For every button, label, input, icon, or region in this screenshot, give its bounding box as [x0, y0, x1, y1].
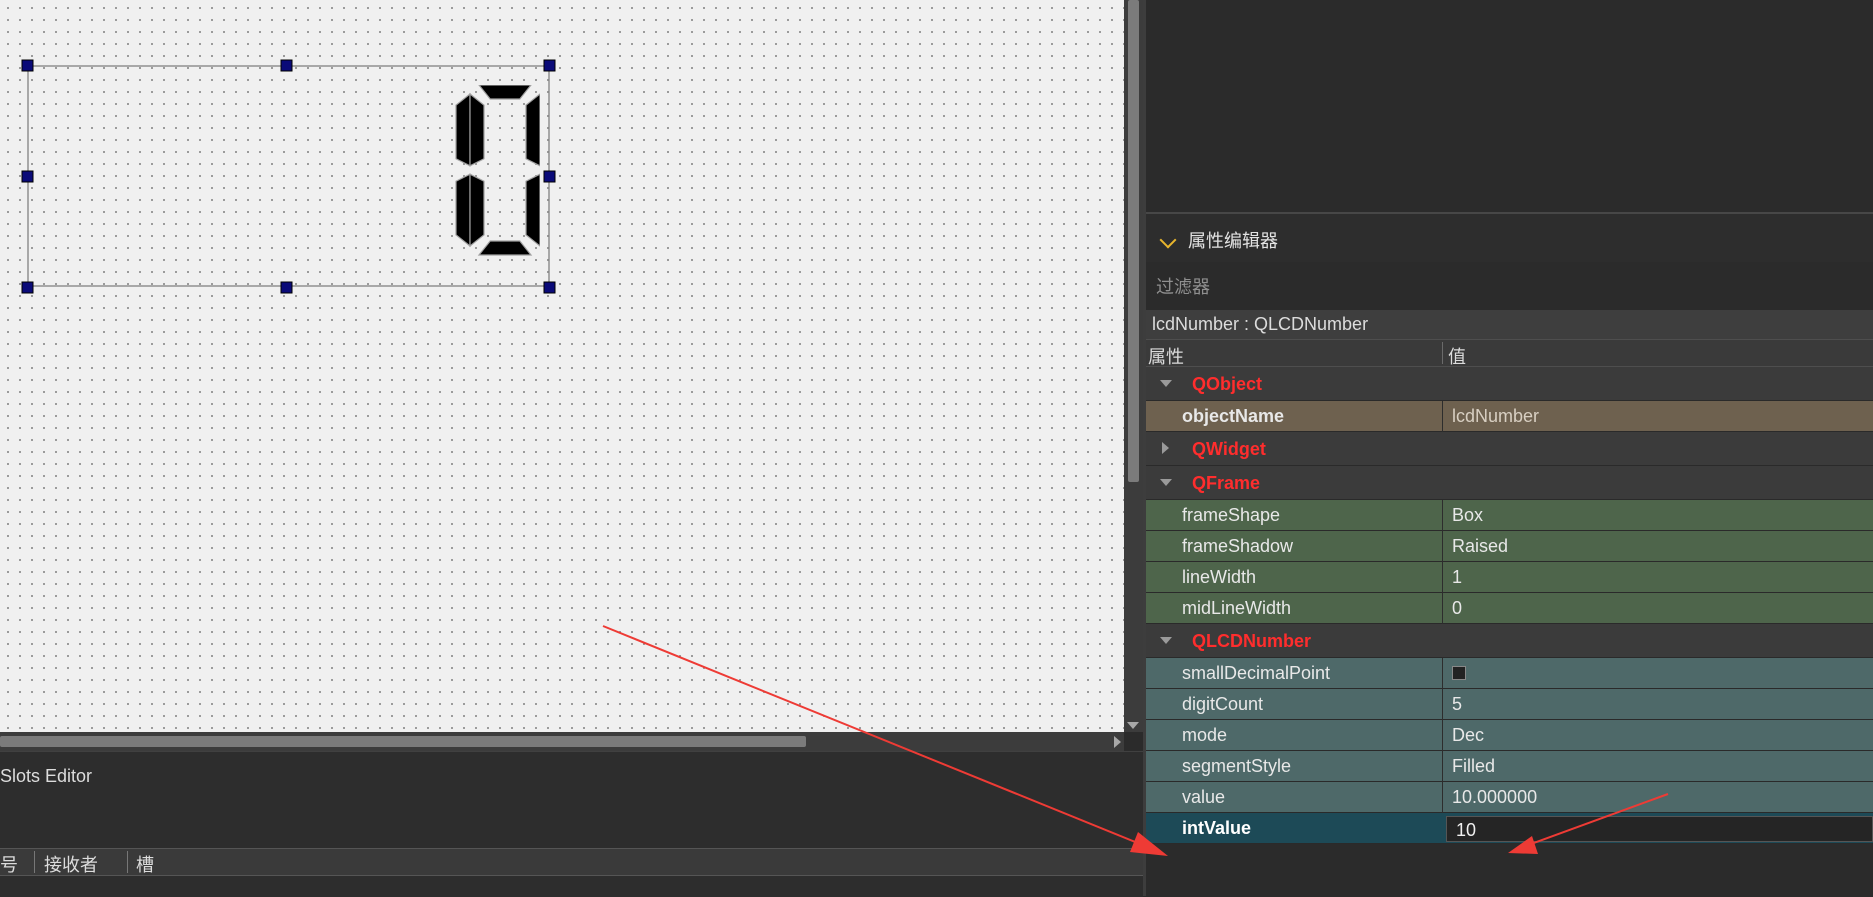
resize-handle-bottom-left[interactable]	[21, 281, 34, 294]
class-row-qlcdnumber[interactable]: QLCDNumber	[1146, 624, 1873, 658]
property-value[interactable]: Box	[1452, 505, 1483, 526]
signal-slot-editor: Slots Editor 号 接收者 槽	[0, 751, 1143, 897]
resize-handle-top-left[interactable]	[21, 59, 34, 72]
class-row-qwidget[interactable]: QWidget	[1146, 432, 1873, 466]
property-value[interactable]: Dec	[1452, 725, 1484, 746]
property-table-header: 属性 值	[1146, 339, 1873, 367]
property-row-smalldecimalpoint[interactable]: smallDecimalPoint	[1146, 658, 1873, 689]
property-table: QObject objectName lcdNumber QWidget QFr…	[1146, 367, 1873, 844]
lcd-segment	[478, 85, 532, 100]
column-slot[interactable]: 槽	[136, 851, 154, 877]
property-value[interactable]: Filled	[1452, 756, 1495, 777]
property-row-value[interactable]: value 10.000000	[1146, 782, 1873, 813]
property-row-objectname[interactable]: objectName lcdNumber	[1146, 401, 1873, 432]
property-row-frameshape[interactable]: frameShape Box	[1146, 500, 1873, 531]
column-signal[interactable]: 号	[0, 851, 18, 877]
resize-handle-bottom[interactable]	[280, 281, 293, 294]
triangle-down-icon[interactable]	[1160, 637, 1172, 644]
lcd-segment	[469, 92, 485, 167]
signal-slot-table-header: 号 接收者 槽	[0, 848, 1143, 876]
lcd-widget-selection[interactable]	[0, 0, 1124, 732]
lcd-digits: 10	[400, 85, 540, 256]
lcd-segment	[477, 240, 533, 256]
resize-handle-top[interactable]	[280, 59, 293, 72]
property-row-segmentstyle[interactable]: segmentStyle Filled	[1146, 751, 1873, 782]
chevron-down-icon[interactable]	[1159, 231, 1177, 249]
property-value[interactable]: 1	[1452, 567, 1462, 588]
canvas-horizontal-scrollbar[interactable]	[0, 732, 1124, 751]
property-editor-titlebar[interactable]: 属性编辑器	[1146, 214, 1873, 262]
property-value[interactable]: 5	[1452, 694, 1462, 715]
property-value[interactable]: lcdNumber	[1452, 406, 1539, 427]
lcd-segment	[455, 173, 471, 248]
property-row-digitcount[interactable]: digitCount 5	[1146, 689, 1873, 720]
checkbox[interactable]	[1452, 666, 1466, 680]
resize-handle-top-right[interactable]	[543, 59, 556, 72]
scroll-down-arrow-icon[interactable]	[1127, 722, 1139, 729]
triangle-down-icon[interactable]	[1160, 479, 1172, 486]
canvas-vertical-scrollbar[interactable]	[1124, 0, 1143, 732]
class-row-qframe[interactable]: QFrame	[1146, 466, 1873, 500]
header-property[interactable]: 属性	[1148, 343, 1184, 369]
class-row-qobject[interactable]: QObject	[1146, 367, 1873, 401]
resize-handle-bottom-right[interactable]	[543, 281, 556, 294]
filter-input[interactable]	[1150, 274, 1862, 300]
vertical-scroll-thumb[interactable]	[1128, 0, 1139, 482]
horizontal-scroll-thumb[interactable]	[0, 736, 806, 747]
resize-handle-left[interactable]	[21, 170, 34, 183]
triangle-right-icon[interactable]	[1162, 442, 1169, 454]
property-value[interactable]: Raised	[1452, 536, 1508, 557]
lcd-segment	[469, 173, 485, 248]
lcd-value-text: 10	[400, 85, 402, 86]
column-receiver[interactable]: 接收者	[44, 851, 98, 877]
intvalue-spinbox[interactable]	[1446, 816, 1873, 842]
object-inspector-area	[1146, 0, 1873, 212]
property-row-mode[interactable]: mode Dec	[1146, 720, 1873, 751]
property-row-linewidth[interactable]: lineWidth 1	[1146, 562, 1873, 593]
property-value[interactable]: 10.000000	[1452, 787, 1537, 808]
lcd-segment	[525, 173, 540, 247]
property-filter	[1146, 266, 1873, 310]
resize-handle-right[interactable]	[543, 170, 556, 183]
property-row-frameshadow[interactable]: frameShadow Raised	[1146, 531, 1873, 562]
scroll-right-arrow-icon[interactable]	[1114, 736, 1121, 748]
property-row-midlinewidth[interactable]: midLineWidth 0	[1146, 593, 1873, 624]
triangle-down-icon[interactable]	[1160, 380, 1172, 387]
property-value[interactable]: 0	[1452, 598, 1462, 619]
property-value[interactable]: 10	[1456, 820, 1476, 841]
header-value[interactable]: 值	[1448, 343, 1466, 369]
property-row-intvalue[interactable]: intValue 10	[1146, 813, 1873, 844]
property-editor-title: 属性编辑器	[1188, 231, 1278, 251]
signal-slot-editor-title: Slots Editor	[0, 766, 93, 786]
lcd-segment	[525, 93, 540, 167]
object-class-label: lcdNumber : QLCDNumber	[1146, 310, 1873, 339]
lcd-segment	[455, 92, 471, 167]
